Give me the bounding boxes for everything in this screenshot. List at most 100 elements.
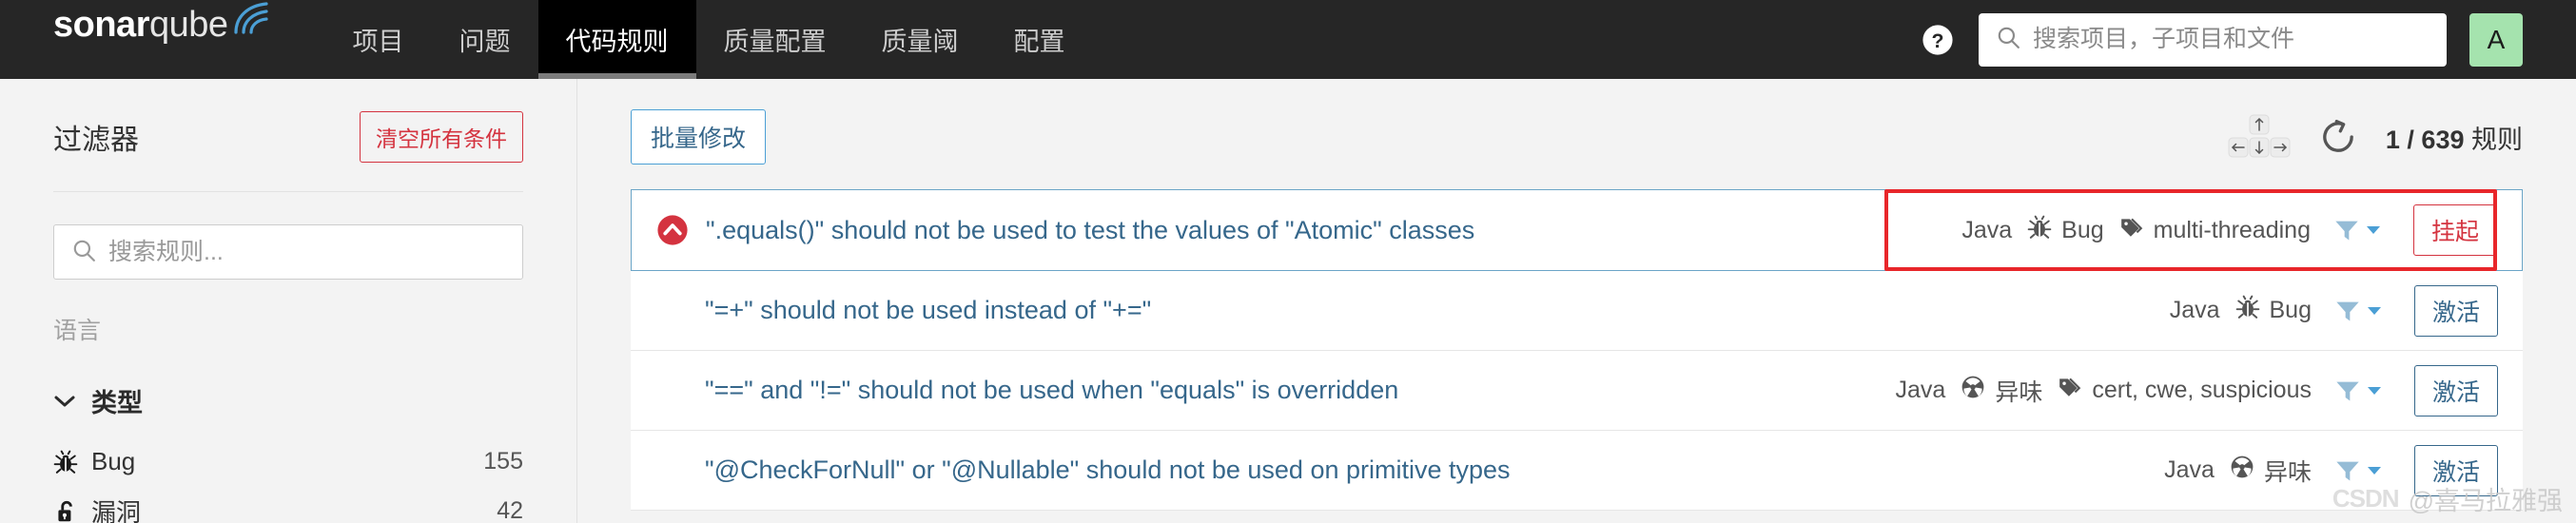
rule-language: Java [1895,377,1946,403]
code-smell-icon [2230,455,2254,486]
rule-meta: Java 异味 [2164,444,2498,496]
filter-icon[interactable] [2334,298,2382,324]
rule-tags: cert, cwe, suspicious [2058,375,2312,406]
rule-type: Bug [2027,215,2104,246]
rule-title-link[interactable]: "@CheckForNull" or "@Nullable" should no… [705,455,2164,485]
rule-language: Java [2169,297,2220,323]
logo-text-sonar: sonar [53,5,149,45]
main-nav: 项目 问题 代码规则 质量配置 质量阈 配置 [325,0,1093,79]
chevron-down-icon [2367,306,2381,315]
rules-toolbar: 批量修改 1 / 639 规则 [631,79,2523,189]
arrow-keys-icon [2228,114,2291,160]
rule-type: 异味 [2230,454,2312,488]
chevron-down-icon [53,386,76,416]
navbar-right-actions: ? A [1920,12,2576,67]
chevron-down-icon [2366,226,2380,234]
rules-count-total: 639 [2421,125,2465,154]
rules-count: 1 / 639 规则 [2386,119,2523,156]
filter-icon[interactable] [2334,457,2382,484]
search-icon [1996,25,2020,54]
nav-label-projects: 项目 [352,28,404,56]
facet-item-label: Bug [91,447,136,475]
nav-item-quality-profiles[interactable]: 质量配置 [696,0,854,79]
rule-title-link[interactable]: "=+" should not be used instead of "+=" [705,296,2170,325]
svg-text:?: ? [1932,29,1944,51]
sidebar-header: 过滤器 清空所有条件 [53,79,523,192]
table-row[interactable]: ".equals()" should not be used to test t… [631,189,2523,271]
code-smell-icon [1961,375,1985,406]
rules-list: ".equals()" should not be used to test t… [631,189,2523,511]
avatar-initial: A [2487,24,2506,54]
facet-item-label: 漏洞 [91,498,142,523]
activate-rule-button[interactable]: 激活 [2413,284,2498,337]
nav-item-administration[interactable]: 配置 [986,0,1093,79]
severity-blocker-icon [656,214,706,246]
table-row[interactable]: "==" and "!=" should not be used when "e… [631,351,2523,431]
tag-icon [2119,215,2144,246]
top-navbar: sonar qube 项目 问题 代码规则 质量配置 质量阈 配置 ? 搜索项目… [0,0,2576,79]
filter-icon[interactable] [2333,217,2381,243]
reload-icon[interactable] [2319,118,2357,156]
global-search[interactable] [1979,12,2447,67]
table-row[interactable]: "=+" should not be used instead of "+=" … [631,271,2523,351]
nav-item-quality-gates[interactable]: 质量阈 [854,0,986,79]
facet-type-list: Bug 155 漏洞 42 [53,438,523,523]
search-input[interactable] [2033,26,2430,53]
rule-type-label: 异味 [2263,458,2312,486]
chevron-down-icon [2367,386,2381,395]
nav-item-issues[interactable]: 问题 [432,0,538,79]
rule-title-link[interactable]: ".equals()" should not be used to test t… [706,216,1961,245]
search-icon [71,238,96,267]
nav-item-rules[interactable]: 代码规则 [537,0,696,79]
rule-type-label: Bug [2269,297,2312,323]
activate-rule-button[interactable]: 激活 [2413,364,2498,416]
nav-label-administration: 配置 [1013,28,1065,56]
rule-search-input[interactable] [108,238,505,266]
bug-icon [2235,295,2260,326]
toolbar-right: 1 / 639 规则 [2228,114,2523,160]
clear-all-filters-button[interactable]: 清空所有条件 [360,111,523,163]
activate-rule-button[interactable]: 激活 [2413,444,2498,496]
filters-sidebar: 过滤器 清空所有条件 语言 类型 [0,79,577,523]
nav-label-quality-profiles: 质量配置 [723,28,827,56]
chevron-down-icon [2367,466,2381,475]
rule-language: Java [2164,456,2215,483]
rule-search[interactable] [53,224,523,280]
help-circle-icon[interactable]: ? [1920,22,1956,58]
sonarqube-waves-icon [230,0,270,41]
facet-type-header[interactable]: 类型 [53,382,523,419]
logo-text-qube: qube [148,5,228,45]
bulk-change-button[interactable]: 批量修改 [631,109,767,165]
table-row[interactable]: "@CheckForNull" or "@Nullable" should no… [631,431,2523,511]
rule-tags-label: cert, cwe, suspicious [2092,377,2312,403]
nav-label-issues: 问题 [459,28,511,56]
rule-type: Bug [2235,295,2312,326]
tag-icon [2058,375,2082,406]
bug-icon [2027,215,2052,246]
avatar[interactable]: A [2469,12,2523,67]
lock-open-icon [53,499,91,523]
deactivate-rule-button[interactable]: 挂起 [2412,204,2497,256]
facet-item-bug[interactable]: Bug 155 [53,438,523,485]
filter-icon[interactable] [2334,378,2382,404]
rule-type: 异味 [1961,374,2042,408]
rule-meta: Java Bug [1961,204,2497,256]
rule-language: Java [1961,216,2013,243]
rule-tags: multi-threading [2119,215,2311,246]
rule-meta: Java 异味 [1895,364,2498,416]
facet-item-count: 155 [483,448,523,475]
brand-logo[interactable]: sonar qube [0,0,325,79]
rule-tags-label: multi-threading [2153,216,2311,243]
nav-item-projects[interactable]: 项目 [325,0,432,79]
rules-count-current: 1 [2385,125,2400,154]
facet-language-label[interactable]: 语言 [53,312,523,346]
rule-title-link[interactable]: "==" and "!=" should not be used when "e… [705,376,1896,405]
page-body: 过滤器 清空所有条件 语言 类型 [0,79,2576,523]
nav-label-rules: 代码规则 [565,28,669,56]
rule-type-label: Bug [2061,216,2104,243]
facet-item-vulnerability[interactable]: 漏洞 42 [53,485,523,523]
rules-main-panel: 批量修改 1 / 639 规则 ".equals()" should not b… [577,79,2576,523]
facet-item-count: 42 [497,497,523,523]
rules-count-separator: / [2407,125,2414,154]
bug-icon [53,450,91,475]
